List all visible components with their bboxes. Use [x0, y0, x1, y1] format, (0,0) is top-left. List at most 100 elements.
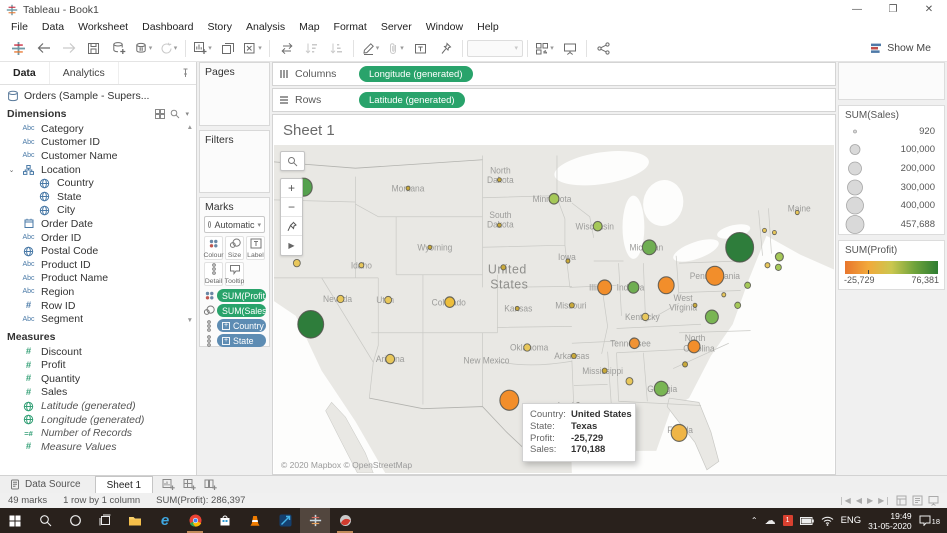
battery-icon[interactable] [800, 517, 814, 525]
dimension-segment[interactable]: AbcSegment [0, 312, 196, 326]
fit-dropdown[interactable]: ▾ [467, 40, 523, 57]
editor-app-button[interactable] [270, 508, 300, 533]
measure-number-of-records[interactable]: =#Number of Records [0, 426, 196, 440]
color-legend[interactable]: SUM(Profit) -25,729 76,381 [838, 240, 945, 290]
find-field-icon[interactable] [170, 109, 180, 119]
mark-nebraska[interactable] [501, 265, 506, 270]
reader-view-icon[interactable] [912, 495, 923, 506]
map-view[interactable]: MontanaNorthDakotaSouthDakotaWyomingIdah… [274, 145, 834, 473]
mark-michigan[interactable] [642, 240, 656, 255]
scroll-down-icon[interactable]: ▼ [187, 317, 193, 324]
menu-worksheet[interactable]: Worksheet [71, 21, 135, 33]
dimension-category[interactable]: AbcCategory [0, 122, 196, 136]
pill-state[interactable]: +State [217, 334, 266, 347]
menu-window[interactable]: Window [419, 21, 470, 33]
measure-longitude-generated-[interactable]: Longitude (generated) [0, 413, 196, 427]
mark-illinois[interactable] [598, 280, 612, 295]
size-legend-item[interactable]: 100,000 [839, 141, 944, 160]
size-legend-item[interactable]: 457,688 [839, 215, 944, 234]
menu-format[interactable]: Format [327, 21, 374, 33]
dimension-country[interactable]: Country [0, 176, 196, 190]
dimension-customer-id[interactable]: AbcCustomer ID [0, 136, 196, 150]
fit-dropdown[interactable]: ▾ [467, 37, 523, 59]
task-view-button[interactable] [90, 508, 120, 533]
mark-delaware[interactable] [735, 302, 741, 308]
vlc-button[interactable] [240, 508, 270, 533]
show-me-button[interactable]: Show Me [870, 42, 941, 54]
action-center-button[interactable]: 18 [919, 515, 940, 526]
colour-button[interactable]: Colour [204, 236, 223, 260]
mark-massachusetts[interactable] [775, 253, 783, 261]
menu-data[interactable]: Data [35, 21, 71, 33]
mark-vermont[interactable] [763, 228, 767, 232]
mark-mississippi[interactable] [602, 368, 607, 373]
new-worksheet-icon[interactable] [162, 478, 176, 491]
dimension-location[interactable]: ⌄Location [0, 163, 196, 177]
refresh-button[interactable]: ▾ [156, 37, 181, 59]
dimension-region[interactable]: AbcRegion [0, 285, 196, 299]
detail-button[interactable]: Detail [204, 262, 223, 286]
pill-country[interactable]: +Country [217, 319, 266, 332]
measure-sales[interactable]: #Sales [0, 386, 196, 400]
mark-type-dropdown[interactable]: Automatic ▾ [204, 216, 265, 233]
mark-montana[interactable] [406, 186, 410, 190]
pill-sum-profit-[interactable]: SUM(Profit) [217, 289, 266, 302]
mark-missouri[interactable] [569, 303, 574, 308]
pager-last-icon[interactable]: ▶❘ [878, 496, 891, 505]
mark-north-dakota[interactable] [497, 178, 501, 182]
measure-discount[interactable]: #Discount [0, 345, 196, 359]
language-indicator[interactable]: ENG [841, 515, 862, 526]
file-explorer-button[interactable] [120, 508, 150, 533]
dimension-customer-name[interactable]: AbcCustomer Name [0, 149, 196, 163]
mark-ohio[interactable] [658, 277, 674, 294]
onedrive-icon[interactable]: ☁ [765, 514, 776, 527]
mark-kansas[interactable] [515, 306, 519, 310]
mark-virginia[interactable] [705, 310, 718, 324]
tab-sheet-1[interactable]: Sheet 1 [95, 476, 153, 493]
measure-quantity[interactable]: #Quantity [0, 372, 196, 386]
menu-dashboard[interactable]: Dashboard [135, 21, 200, 33]
menu-help[interactable]: Help [470, 21, 506, 33]
tab-data-source[interactable]: Data Source [0, 476, 91, 493]
size-legend-item[interactable]: 400,000 [839, 196, 944, 215]
size-legend[interactable]: SUM(Sales) 920100,000200,000300,000400,0… [838, 105, 945, 235]
edge-button[interactable]: e [150, 508, 180, 533]
close-icon[interactable]: ✕ [911, 0, 947, 19]
swap-button[interactable] [274, 37, 299, 59]
cards-button[interactable]: ▾ [532, 37, 557, 59]
pages-shelf[interactable]: Pages [199, 62, 270, 126]
mark-minnesota[interactable] [549, 194, 559, 205]
pager-prev-icon[interactable]: ◀ [856, 496, 862, 505]
pill-longitude[interactable]: Longitude (generated) [359, 66, 473, 82]
measure-latitude-generated-[interactable]: Latitude (generated) [0, 399, 196, 413]
mark-north-carolina[interactable] [688, 340, 700, 353]
zoom-in-button[interactable]: + [281, 179, 302, 198]
cortana-button[interactable] [60, 508, 90, 533]
restore-icon[interactable]: ❐ [875, 0, 911, 19]
tab-analytics[interactable]: Analytics [50, 62, 119, 84]
pin-icon[interactable] [181, 62, 196, 84]
presentation-view-icon[interactable] [928, 495, 939, 506]
presentation-button[interactable] [557, 37, 582, 59]
mark-maryland[interactable] [722, 293, 726, 297]
mark-west-virginia[interactable] [693, 303, 697, 307]
mark-rhode-island[interactable] [775, 264, 781, 270]
measure-measure-values[interactable]: #Measure Values [0, 440, 196, 454]
mark-maine[interactable] [795, 210, 799, 214]
datasource-item[interactable]: Orders (Sample - Supers... [0, 85, 196, 106]
mark-wisconsin[interactable] [593, 221, 602, 230]
new-sheet-button[interactable]: ▾ [190, 37, 215, 59]
mark-pennsylvania[interactable] [706, 266, 724, 285]
share-button[interactable] [591, 37, 616, 59]
undo-button[interactable] [31, 37, 56, 59]
size-legend-item[interactable]: 200,000 [839, 159, 944, 178]
pill-sum-sales-[interactable]: SUM(Sales) [217, 304, 266, 317]
sort-desc-button[interactable] [324, 37, 349, 59]
mark-new-jersey[interactable] [745, 282, 751, 288]
zoom-home-button[interactable] [281, 217, 302, 236]
zoom-out-button[interactable]: − [281, 198, 302, 217]
dimension-city[interactable]: City [0, 204, 196, 218]
new-story-icon[interactable] [204, 478, 218, 491]
clear-button[interactable]: ▾ [240, 37, 265, 59]
tableau-taskbar-button[interactable] [300, 508, 330, 533]
